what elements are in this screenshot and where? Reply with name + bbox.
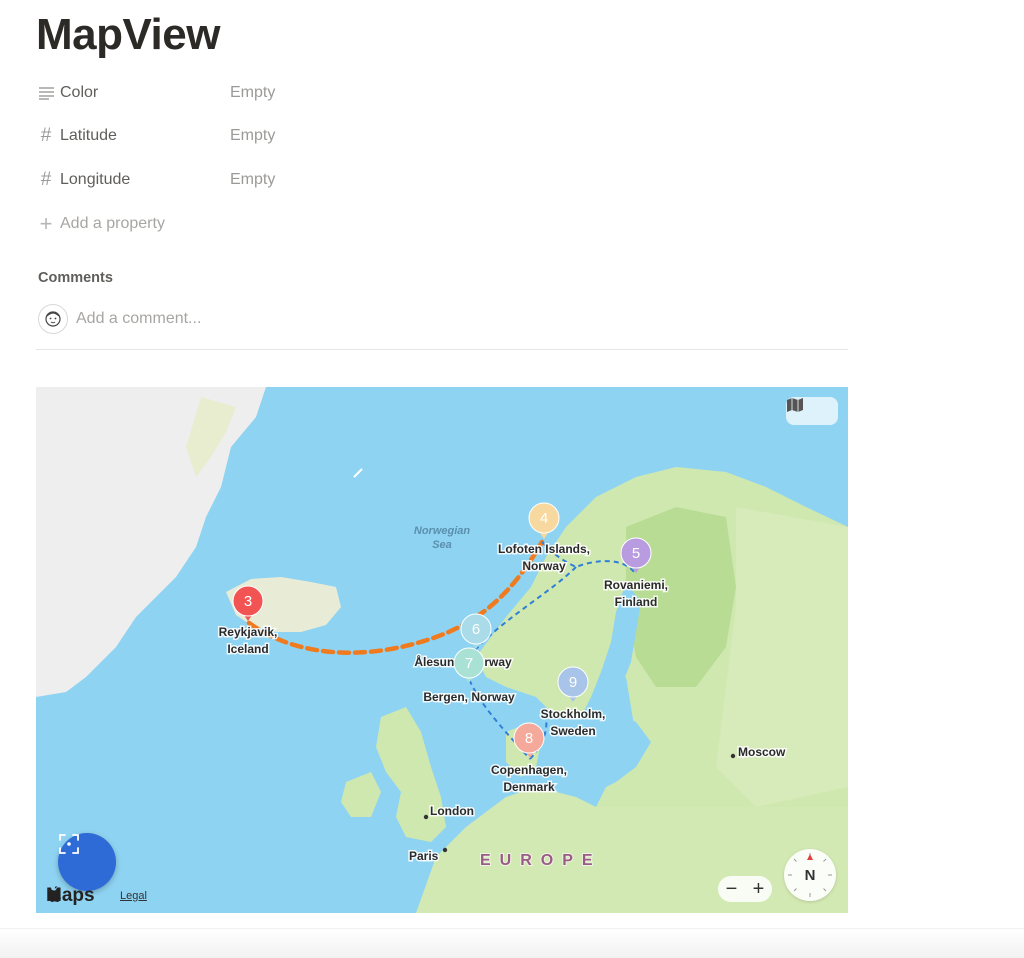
property-row-longitude[interactable]: # Longitude Empty bbox=[36, 166, 636, 194]
pin-label-line-1: Rovaniemi, bbox=[604, 578, 668, 592]
pin-label-line-1: Copenhagen, bbox=[491, 763, 567, 777]
text-lines-icon bbox=[36, 83, 56, 103]
pin-label-line-2: Denmark bbox=[503, 780, 555, 794]
pin-number: 9 bbox=[569, 674, 577, 691]
city-dot-london bbox=[423, 814, 429, 820]
city-label-moscow: Moscow bbox=[738, 745, 786, 759]
legal-link[interactable]: Legal bbox=[120, 890, 147, 902]
number-hash-icon: # bbox=[40, 125, 52, 146]
property-row-color[interactable]: Color Empty bbox=[36, 79, 636, 107]
map-view[interactable]: Norwegian Sea Moscow London Paris EUROPE… bbox=[36, 387, 848, 913]
divider bbox=[36, 349, 848, 350]
zoom-control[interactable]: − + bbox=[718, 876, 772, 902]
add-property-label: Add a property bbox=[60, 215, 165, 232]
city-label-paris: Paris bbox=[409, 849, 439, 863]
pin-number: 5 bbox=[632, 545, 640, 562]
map-fold-icon bbox=[787, 398, 803, 412]
comments-title: Comments bbox=[38, 270, 113, 286]
region-label-europe: EUROPE bbox=[480, 852, 602, 869]
comment-composer[interactable]: Add a comment... bbox=[38, 304, 201, 334]
sea-label-line-1: Norwegian bbox=[414, 525, 471, 537]
apple-maps-logo: Maps bbox=[46, 885, 95, 907]
zoom-out-button[interactable]: − bbox=[726, 876, 738, 902]
page-title: MapView bbox=[36, 10, 220, 59]
pin-label-line-2: Norway bbox=[522, 559, 566, 573]
city-label-london: London bbox=[430, 804, 474, 818]
pin-label-line-2: Iceland bbox=[227, 642, 268, 656]
property-name: Longitude bbox=[60, 171, 131, 188]
property-name: Latitude bbox=[60, 127, 117, 144]
avatar bbox=[38, 304, 68, 334]
pin-label-line-1: Stockholm, bbox=[541, 707, 606, 721]
number-hash-icon: # bbox=[40, 169, 52, 190]
pin-number: 6 bbox=[472, 621, 480, 638]
comment-input[interactable]: Add a comment... bbox=[76, 310, 201, 328]
property-name: Color bbox=[60, 84, 99, 101]
compass-label: N bbox=[804, 866, 816, 884]
property-row-latitude[interactable]: # Latitude Empty bbox=[36, 122, 636, 150]
pin-number: 3 bbox=[244, 593, 252, 610]
apple-logo-icon bbox=[48, 886, 61, 902]
property-value[interactable]: Empty bbox=[230, 127, 275, 145]
zoom-in-button[interactable]: + bbox=[753, 876, 765, 902]
plus-icon: + bbox=[39, 211, 53, 236]
city-dot-paris bbox=[442, 847, 448, 853]
pin-label-line-1: Bergen, Norway bbox=[423, 690, 515, 704]
pin-label-line-1: Reykjavik, bbox=[219, 625, 278, 639]
compass-button[interactable]: N bbox=[784, 849, 836, 901]
focus-frame-icon bbox=[59, 834, 79, 854]
property-value[interactable]: Empty bbox=[230, 84, 275, 102]
pin-number: 7 bbox=[465, 655, 473, 672]
window-bottom-bar bbox=[0, 928, 1024, 958]
property-value[interactable]: Empty bbox=[230, 171, 275, 189]
pin-label-line-2: Sweden bbox=[550, 724, 595, 738]
pin-number: 4 bbox=[540, 510, 548, 527]
add-property-button[interactable]: + Add a property bbox=[36, 210, 636, 238]
pin-label-line-2: Finland bbox=[615, 595, 658, 609]
pin-number: 8 bbox=[525, 730, 533, 747]
locate-button[interactable] bbox=[58, 833, 116, 891]
pin-label-line-1: Lofoten Islands, bbox=[498, 542, 590, 556]
sea-label-line-2: Sea bbox=[432, 539, 452, 551]
map-canvas[interactable]: Norwegian Sea Moscow London Paris EUROPE… bbox=[36, 387, 848, 913]
city-dot-moscow bbox=[730, 753, 736, 759]
map-type-button[interactable] bbox=[786, 397, 838, 425]
